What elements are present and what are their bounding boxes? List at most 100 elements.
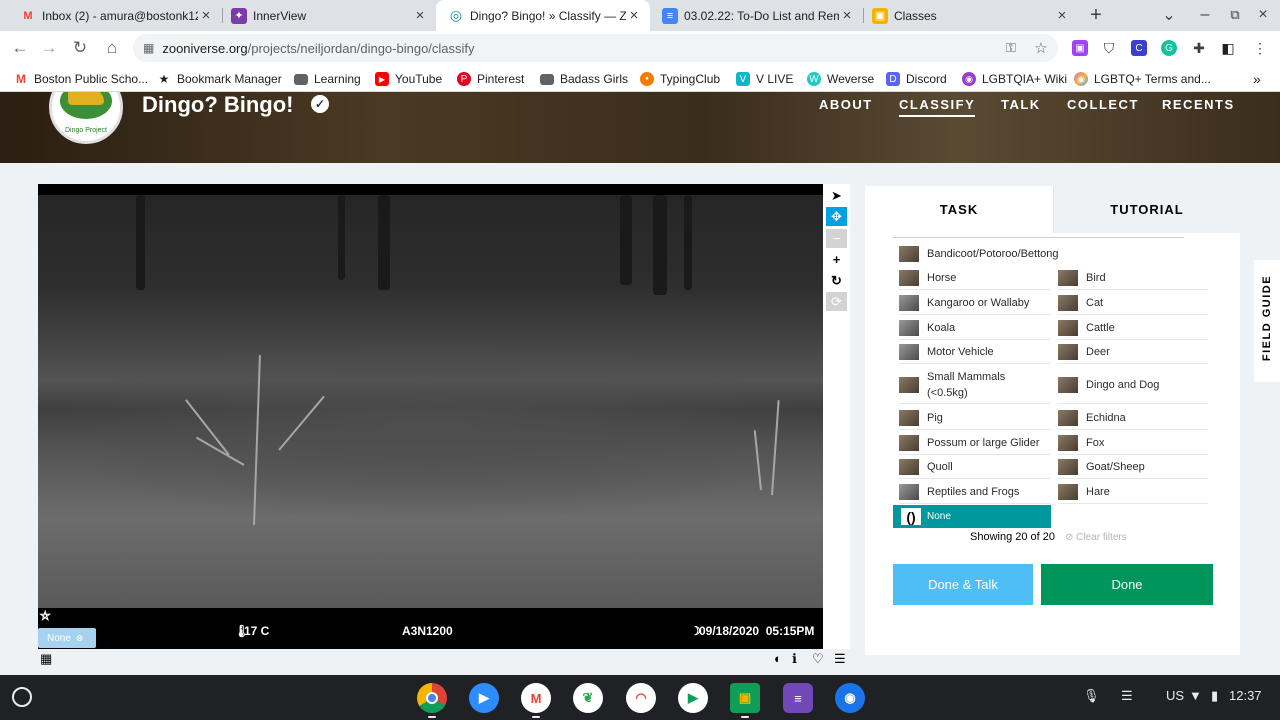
key-icon[interactable]: ⚿ [1001, 37, 1021, 59]
leaf-app-icon[interactable]: ❦ [573, 683, 603, 713]
rainbow-app-icon[interactable]: ◠ [626, 683, 656, 713]
bookmark-vlive[interactable]: VV LIVE [736, 70, 793, 88]
bookmark-lgbtq-terms[interactable]: ◉ LGBTQ+ Terms and... [1074, 70, 1211, 88]
tab-classes[interactable]: ▣ Classes × [864, 0, 1078, 31]
site-info-icon[interactable]: ▦ [143, 41, 154, 55]
project-logo[interactable]: Dingo Project [49, 92, 123, 144]
bookmark-learning[interactable]: Learning [294, 70, 361, 88]
zoom-icon[interactable]: ▶ [469, 683, 499, 713]
bookmark-discord[interactable]: D Discord [886, 70, 947, 88]
forms-icon[interactable]: ≡ [783, 683, 813, 713]
nav-classify[interactable]: CLASSIFY [899, 97, 976, 117]
tab-dingo-bingo[interactable]: ◎ Dingo? Bingo! » Classify — Zoo × [436, 0, 650, 31]
choice-cat[interactable]: Cat [1058, 291, 1208, 315]
info-icon[interactable]: ℹ [792, 651, 797, 667]
nav-talk[interactable]: TALK [1001, 97, 1041, 112]
reset-icon[interactable]: ⟳ [826, 292, 847, 311]
launcher-icon[interactable] [12, 687, 32, 707]
shield-icon[interactable]: ⛉ [1101, 40, 1117, 56]
tab-search-icon[interactable]: ⌄ [1158, 4, 1180, 26]
choice-deer[interactable]: Deer [1058, 340, 1208, 364]
classroom-app-icon[interactable]: ▣ [730, 683, 760, 713]
rotate-icon[interactable]: ↻ [826, 271, 847, 290]
camera-icon[interactable]: ◉ [835, 683, 865, 713]
grammarly-icon[interactable]: G [1161, 40, 1177, 56]
pan-icon[interactable]: ✥ [826, 207, 847, 226]
clipboard-icon[interactable]: ☰ [1121, 688, 1133, 704]
extension-puzzle-icon[interactable]: ▣ [1072, 40, 1088, 56]
clock[interactable]: 12:37 [1229, 688, 1262, 703]
side-panel-icon[interactable]: ◧ [1220, 40, 1236, 56]
bookmark-badass-girls[interactable]: Badass Girls [540, 70, 628, 88]
bookmark-manager[interactable]: ★ Bookmark Manager [157, 70, 282, 88]
menu-icon[interactable]: ⋮ [1252, 40, 1268, 56]
choice-bird[interactable]: Bird [1058, 266, 1208, 290]
tab-tutorial[interactable]: TUTORIAL [1053, 186, 1240, 233]
invert-icon[interactable]: ◐ [774, 651, 782, 666]
chrome-icon[interactable] [417, 683, 447, 713]
choice-possum[interactable]: Possum or large Glider [899, 431, 1051, 455]
wifi-icon[interactable]: ▼ [1189, 688, 1202, 703]
favorite-heart-icon[interactable]: ♡ [812, 651, 824, 667]
microphone-icon[interactable]: 🎙︎ [1083, 688, 1100, 704]
selected-choice-chip[interactable]: None ⊗ [38, 628, 96, 648]
close-window-icon[interactable]: × [1252, 4, 1274, 26]
choice-motor-vehicle[interactable]: Motor Vehicle [899, 340, 1051, 364]
reload-icon[interactable]: ↻ [68, 36, 92, 60]
grid-view-icon[interactable]: ▦ [40, 651, 52, 667]
collections-list-icon[interactable]: ☰ [834, 651, 846, 667]
choice-hare[interactable]: Hare [1058, 480, 1208, 504]
restore-icon[interactable]: ⧉ [1224, 4, 1246, 26]
clear-filters-button[interactable]: ⊘ Clear filters [1065, 532, 1127, 543]
play-store-icon[interactable]: ▶ [678, 683, 708, 713]
extensions-icon[interactable]: ✚ [1191, 40, 1207, 56]
choice-fox[interactable]: Fox [1058, 431, 1208, 455]
field-guide-tab[interactable]: FIELD GUIDE [1254, 260, 1280, 382]
choice-dingo-dog[interactable]: Dingo and Dog [1058, 366, 1208, 404]
choice-echidna[interactable]: Echidna [1058, 406, 1208, 430]
subject-viewer[interactable]: ⛥ 🌡︎ 17 C A3N1200 ☽ 09/18/2020 05:15PM [38, 184, 823, 649]
pointer-icon[interactable]: ➤ [826, 186, 847, 205]
project-title[interactable]: Dingo? Bingo! [142, 92, 294, 118]
bookmark-star-icon[interactable]: ☆ [1031, 37, 1051, 59]
choice-none[interactable]: () None [893, 505, 1051, 528]
bookmark-weverse[interactable]: W Weverse [807, 70, 874, 88]
choice-koala[interactable]: Koala [899, 316, 1051, 340]
home-icon[interactable]: ⌂ [100, 36, 124, 60]
clever-icon[interactable]: C [1131, 40, 1147, 56]
choice-goat-sheep[interactable]: Goat/Sheep [1058, 455, 1208, 479]
zoom-in-icon[interactable]: + [826, 250, 847, 269]
bookmark-typingclub[interactable]: ● TypingClub [640, 70, 720, 88]
close-icon[interactable]: × [1054, 7, 1070, 24]
choice-cattle[interactable]: Cattle [1058, 316, 1208, 340]
tab-innerview[interactable]: ✦ InnerView × [223, 0, 436, 31]
close-icon[interactable]: × [198, 7, 214, 24]
choice-small-mammals[interactable]: Small Mammals (<0.5kg) [899, 366, 1051, 404]
bookmark-lgbtqia-wiki[interactable]: ◉ LGBTQIA+ Wiki [962, 70, 1067, 88]
choice-bandicoot[interactable]: Bandicoot/Potoroo/Bettong [899, 242, 1079, 266]
bookmark-boston-public[interactable]: M Boston Public Scho... [14, 70, 148, 88]
nav-recents[interactable]: RECENTS [1162, 97, 1235, 112]
tab-gmail[interactable]: M Inbox (2) - amura@bostonk12 × [0, 0, 222, 31]
close-icon[interactable]: × [839, 7, 855, 24]
battery-icon[interactable]: ▮ [1211, 688, 1218, 704]
back-icon[interactable]: ← [8, 36, 32, 60]
new-tab-button[interactable]: + [1084, 4, 1108, 26]
remove-chip-icon[interactable]: ⊗ [76, 633, 84, 644]
choice-reptiles-frogs[interactable]: Reptiles and Frogs [899, 480, 1051, 504]
nav-about[interactable]: ABOUT [819, 97, 873, 112]
address-bar[interactable]: ▦ zooniverse.org/projects/neiljordan/din… [133, 34, 1058, 62]
input-locale[interactable]: US [1166, 688, 1184, 703]
bookmark-pinterest[interactable]: P Pinterest [457, 70, 524, 88]
nav-collect[interactable]: COLLECT [1067, 97, 1139, 112]
zoom-out-icon[interactable]: − [826, 229, 847, 248]
choice-pig[interactable]: Pig [899, 406, 1051, 430]
bookmark-youtube[interactable]: ▶ YouTube [375, 70, 442, 88]
tab-docs[interactable]: ≡ 03.02.22: To-Do List and Remi × [650, 0, 863, 31]
choice-quoll[interactable]: Quoll [899, 455, 1051, 479]
choice-kangaroo[interactable]: Kangaroo or Wallaby [899, 291, 1051, 315]
forward-icon[interactable]: → [37, 36, 61, 60]
gmail-app-icon[interactable]: M [521, 683, 551, 713]
done-button[interactable]: Done [1041, 564, 1213, 605]
minimize-icon[interactable]: – [1194, 4, 1216, 26]
